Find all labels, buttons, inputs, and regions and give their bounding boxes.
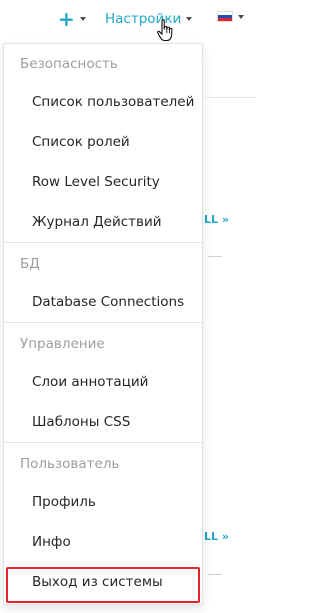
menu-item-css-templates[interactable]: Шаблоны CSS (32, 414, 130, 430)
settings-dropdown-menu: Безопасность Список пользователей Список… (3, 43, 203, 605)
caret-down-icon (79, 17, 86, 21)
page-divider (205, 97, 256, 98)
caret-down-icon (186, 17, 193, 21)
caret-down-icon (238, 14, 244, 19)
top-navbar: + Настройки (0, 0, 256, 40)
menu-item-roles-list[interactable]: Список ролей (32, 134, 130, 150)
menu-item-database-connections[interactable]: Database Connections (32, 294, 184, 310)
russia-flag-icon (217, 11, 233, 22)
menu-item-annotation-layers[interactable]: Слои аннотаций (32, 374, 148, 390)
hand-cursor-icon (157, 19, 173, 42)
menu-item-row-level-security[interactable]: Row Level Security (32, 174, 160, 190)
section-header-security: Безопасность (20, 56, 118, 72)
menu-item-profile[interactable]: Профиль (32, 494, 96, 510)
menu-item-users-list[interactable]: Список пользователей (32, 94, 194, 110)
page-rule (208, 256, 222, 257)
menu-item-action-log[interactable]: Журнал Действий (32, 214, 162, 230)
section-header-management: Управление (20, 336, 105, 352)
plus-icon: + (58, 7, 75, 31)
settings-menu-toggle[interactable]: Настройки (105, 8, 193, 30)
section-header-user: Пользователь (20, 456, 120, 472)
view-all-link[interactable]: LL » (204, 530, 229, 543)
language-menu-toggle[interactable] (217, 11, 244, 22)
menu-item-info[interactable]: Инфо (32, 534, 71, 550)
menu-divider (4, 242, 202, 243)
new-item-menu[interactable]: + (58, 8, 86, 30)
menu-divider (4, 322, 202, 323)
menu-item-logout[interactable]: Выход из системы (32, 574, 163, 590)
view-all-link[interactable]: LL » (204, 213, 229, 226)
page-rule (208, 574, 222, 575)
menu-divider (4, 442, 202, 443)
section-header-db: БД (20, 256, 40, 272)
